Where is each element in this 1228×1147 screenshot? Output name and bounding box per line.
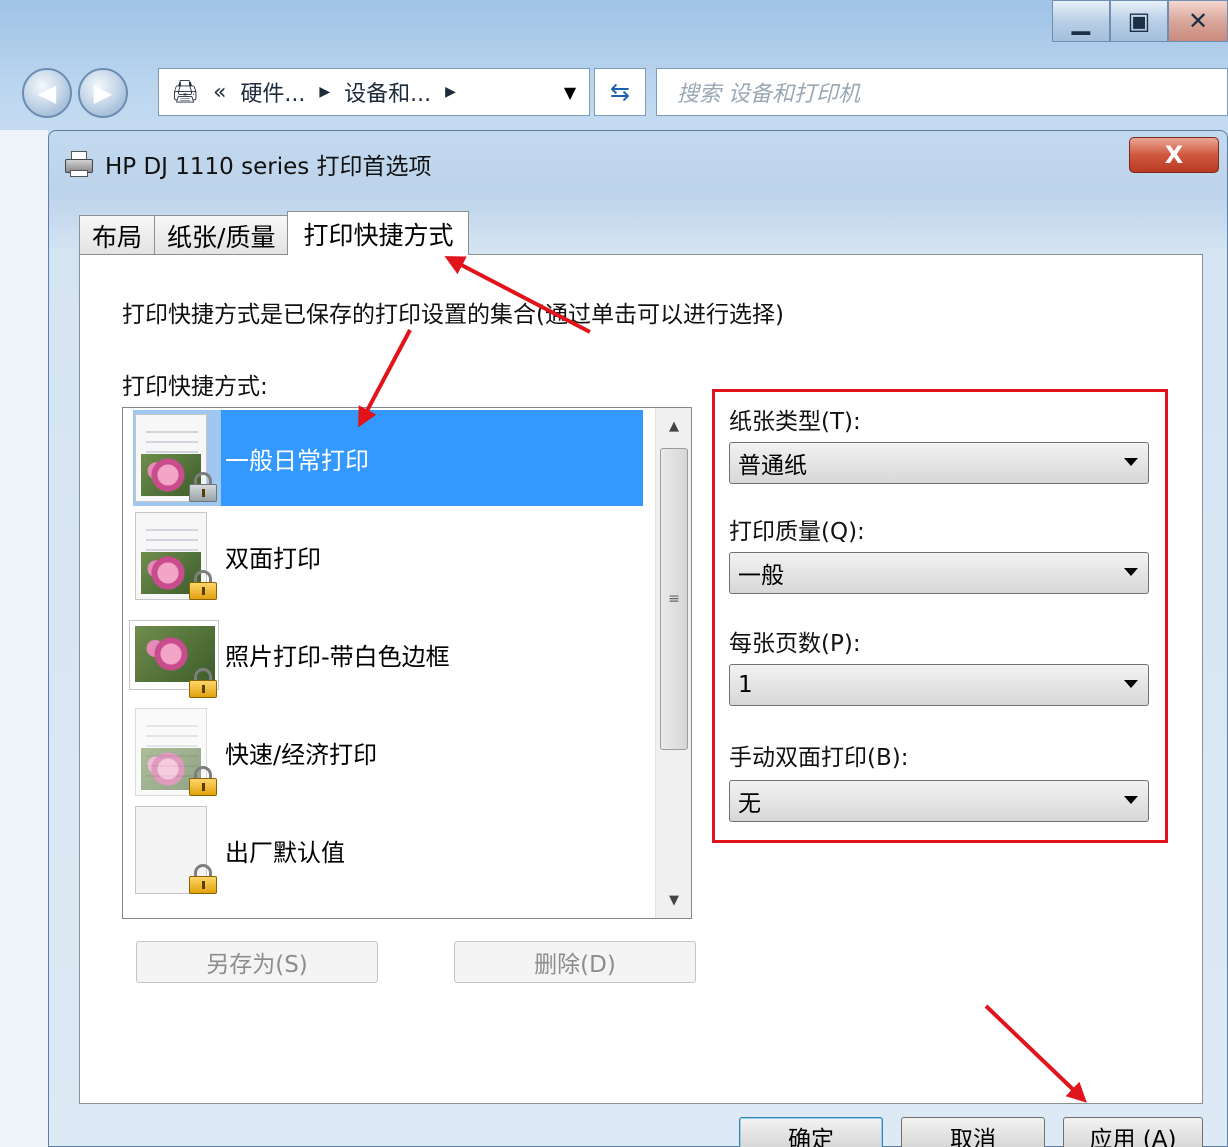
breadcrumb-separator-icon: ▶ [445, 84, 456, 100]
forward-button[interactable]: ▶ [78, 68, 128, 118]
tab-panel: 打印快捷方式是已保存的打印设置的集合(通过单击可以进行选择) 打印快捷方式: 一… [79, 254, 1203, 1104]
close-icon: ✕ [1187, 7, 1209, 35]
chevron-down-icon [1124, 568, 1138, 576]
window-controls: ▁ ▣ ✕ [1052, 0, 1228, 44]
shortcuts-list[interactable]: 一般日常打印 双面打印 照片打印-带白色边框 快速/经济打印 出厂默认值 ▲ ≡… [122, 407, 692, 919]
list-item-label: 一般日常打印 [225, 446, 369, 475]
list-item-label: 出厂默认值 [225, 838, 345, 867]
chevron-down-icon: ▼ [563, 82, 577, 102]
refresh-icon: ⇆ [609, 78, 631, 106]
print-quality-value: 一般 [738, 563, 784, 589]
blank-page-icon [133, 802, 221, 898]
printing-preferences-dialog: HP DJ 1110 series 打印首选项 X 布局 纸张/质量 打印快捷方… [48, 130, 1228, 1147]
address-dropdown-button[interactable]: ▼ [548, 68, 592, 116]
breadcrumb-devices[interactable]: 设备和... [344, 76, 431, 108]
list-item-factory-defaults[interactable]: 出厂默认值 [133, 802, 653, 898]
photo-icon [129, 606, 221, 702]
tab-strip: 布局 纸张/质量 打印快捷方式 [79, 211, 470, 255]
chevron-down-icon [1124, 796, 1138, 804]
manual-duplex-select[interactable]: 无 [729, 780, 1149, 822]
devices-folder-icon: 🖨 [171, 79, 199, 105]
breadcrumb-separator-icon: ▶ [319, 84, 331, 100]
refresh-button[interactable]: ⇆ [594, 68, 646, 116]
shortcut-settings-group: 纸张类型(T): 普通纸 打印质量(Q): 一般 每张页数(P): 1 手动双面… [712, 389, 1168, 843]
window-close-button[interactable]: ✕ [1168, 0, 1228, 42]
printer-icon [63, 149, 95, 179]
breadcrumb-hardware[interactable]: 硬件... [240, 76, 305, 108]
document-photo-icon [133, 410, 221, 506]
maximize-icon: ▣ [1127, 7, 1151, 35]
address-bar[interactable]: 🖨 « 硬件... ▶ 设备和... ▶ [158, 68, 590, 116]
print-quality-select[interactable]: 一般 [729, 552, 1149, 594]
forward-arrow-icon: ▶ [93, 79, 113, 107]
list-item-label: 快速/经济打印 [225, 740, 378, 769]
cancel-button[interactable]: 取消 [901, 1117, 1045, 1147]
maximize-button[interactable]: ▣ [1110, 0, 1168, 42]
scroll-down-icon[interactable]: ▼ [656, 882, 691, 918]
list-scrollbar[interactable]: ▲ ≡ ▼ [655, 408, 691, 918]
paper-type-select[interactable]: 普通纸 [729, 442, 1149, 484]
tab-print-shortcuts[interactable]: 打印快捷方式 [287, 211, 470, 255]
list-item-label: 双面打印 [225, 544, 321, 573]
manual-duplex-label: 手动双面打印(B): [729, 745, 909, 771]
search-placeholder: 搜索 设备和打印机 [677, 82, 860, 107]
list-item-label: 照片打印-带白色边框 [225, 642, 450, 671]
list-item-duplex[interactable]: 双面打印 [133, 508, 653, 604]
dialog-title: HP DJ 1110 series 打印首选项 [105, 154, 432, 180]
delete-button[interactable]: 删除(D) [454, 941, 696, 983]
fast-print-icon [133, 704, 221, 800]
tab-paper-quality[interactable]: 纸张/质量 [154, 215, 289, 255]
dialog-close-button[interactable]: X [1129, 137, 1219, 173]
pages-per-sheet-select[interactable]: 1 [729, 664, 1149, 706]
back-arrow-icon: ◀ [37, 79, 57, 107]
minimize-button[interactable]: ▁ [1052, 0, 1110, 42]
dialog-titlebar: HP DJ 1110 series 打印首选项 [63, 147, 432, 181]
save-as-button[interactable]: 另存为(S) [136, 941, 378, 983]
navigation-pane [0, 130, 48, 1147]
scrollbar-thumb[interactable]: ≡ [660, 448, 688, 750]
scroll-up-icon[interactable]: ▲ [656, 408, 691, 444]
pages-per-sheet-label: 每张页数(P): [729, 631, 861, 657]
pages-per-sheet-value: 1 [738, 672, 753, 698]
minimize-icon: ▁ [1071, 7, 1091, 35]
duplex-icon [133, 508, 221, 604]
list-item-fast-economy[interactable]: 快速/经济打印 [133, 704, 653, 800]
breadcrumb-overflow[interactable]: « [213, 80, 226, 105]
paper-type-label: 纸张类型(T): [729, 409, 861, 435]
tab-layout[interactable]: 布局 [79, 215, 156, 255]
chevron-down-icon [1124, 680, 1138, 688]
apply-button[interactable]: 应用 (A) [1063, 1117, 1203, 1147]
list-item-photo-white-border[interactable]: 照片打印-带白色边框 [129, 606, 653, 702]
close-icon: X [1164, 141, 1184, 169]
shortcuts-description: 打印快捷方式是已保存的打印设置的集合(通过单击可以进行选择) [122, 302, 784, 328]
manual-duplex-value: 无 [738, 791, 761, 817]
list-item-general-everyday[interactable]: 一般日常打印 [133, 410, 653, 506]
shortcuts-list-label: 打印快捷方式: [122, 374, 268, 400]
back-button[interactable]: ◀ [22, 68, 72, 118]
paper-type-value: 普通纸 [738, 453, 807, 479]
print-quality-label: 打印质量(Q): [729, 519, 865, 545]
ok-button[interactable]: 确定 [739, 1117, 883, 1147]
chevron-down-icon [1124, 458, 1138, 466]
search-input[interactable]: 搜索 设备和打印机 [656, 68, 1228, 116]
